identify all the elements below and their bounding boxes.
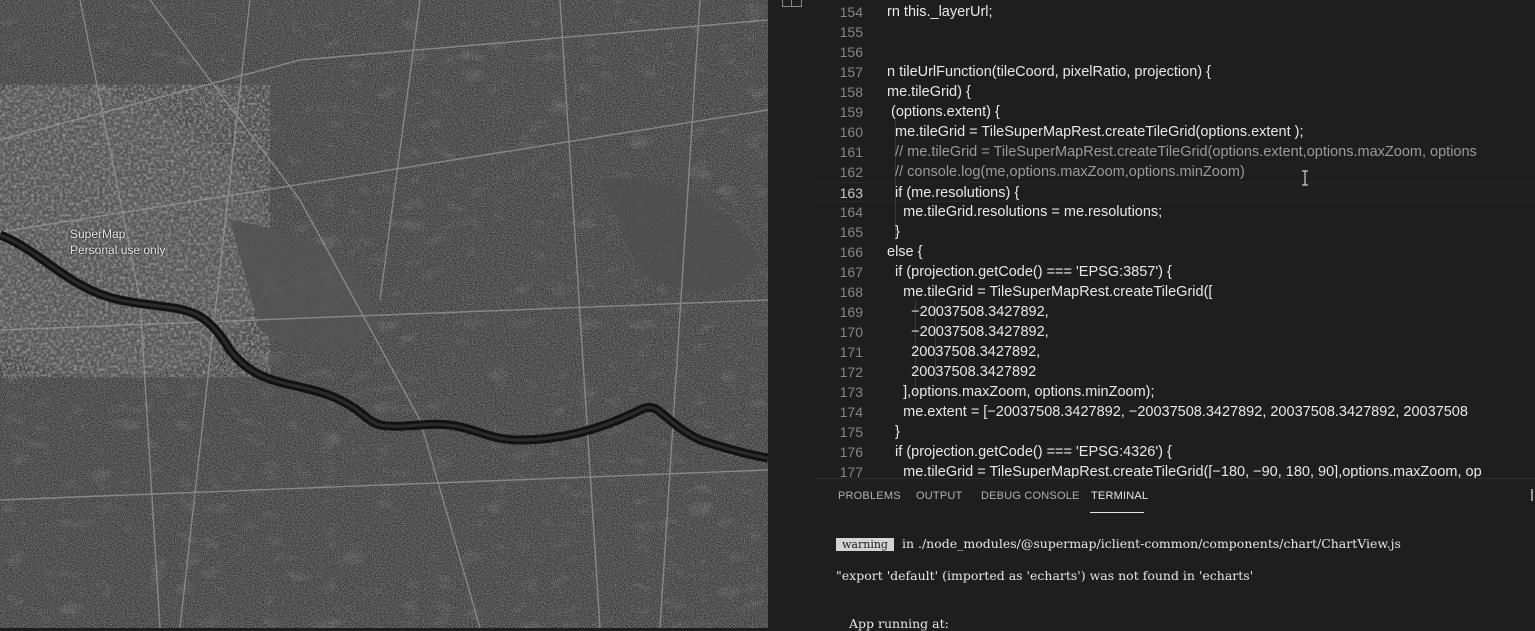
code-line[interactable]: 173 ],options.maxZoom, options.minZoom); — [816, 382, 1535, 402]
code-line[interactable]: 156 — [816, 42, 1535, 62]
line-number: 157 — [839, 64, 863, 80]
code-line[interactable]: 157 n tileUrlFunction(tileCoord, pixelRat… — [816, 62, 1535, 82]
line-number: 166 — [839, 244, 863, 260]
line-number: 167 — [839, 264, 863, 280]
code-line[interactable]: 158 me.tileGrid) { — [816, 82, 1535, 102]
line-number: 177 — [839, 464, 863, 478]
code-text: me.tileGrid.resolutions = me.resolutions… — [887, 204, 1163, 220]
code-text: 20037508.3427892 — [887, 364, 1037, 380]
editor-gutter-strip — [768, 0, 816, 628]
line-number: 156 — [839, 44, 863, 60]
line-number: 158 — [839, 84, 863, 100]
map-view[interactable]: SuperMap Personal use only — [0, 0, 768, 628]
code-line[interactable]: 161 // me.tileGrid = TileSuperMapRest.cr… — [816, 142, 1535, 162]
code-text: −20037508.3427892, — [887, 324, 1049, 340]
code-line[interactable]: 177 me.tileGrid = TileSuperMapRest.creat… — [816, 462, 1535, 478]
tab-debug-console[interactable]: DEBUG CONSOLE — [981, 490, 1080, 502]
code-line[interactable]: 160 me.tileGrid = TileSuperMapRest.creat… — [816, 122, 1535, 142]
code-text: } — [887, 224, 900, 240]
line-number: 162 — [839, 164, 863, 180]
line-number: 154 — [839, 4, 863, 20]
code-line[interactable]: 163 if (me.resolutions) { — [816, 182, 1535, 202]
line-number: 172 — [839, 364, 863, 380]
code-line[interactable]: 168 me.tileGrid = TileSuperMapRest.creat… — [816, 282, 1535, 302]
terminal-warning-line: warning in ./node_modules/@supermap/iclie… — [836, 536, 1401, 551]
tab-output[interactable]: OUTPUT — [916, 490, 962, 502]
code-line[interactable]: 154 rn this._layerUrl; — [816, 2, 1535, 22]
code-text: me.extent = [−20037508.3427892, −2003750… — [887, 404, 1468, 420]
code-line[interactable]: 174 me.extent = [−20037508.3427892, −200… — [816, 402, 1535, 422]
code-line[interactable]: 172 20037508.3427892 — [816, 362, 1535, 382]
code-line[interactable]: 176 if (projection.getCode() === 'EPSG:4… — [816, 442, 1535, 462]
satellite-imagery — [0, 0, 768, 628]
tab-terminal[interactable]: TERMINAL — [1091, 490, 1148, 502]
code-text: n tileUrlFunction(tileCoord, pixelRatio,… — [887, 64, 1211, 80]
watermark-line-1: SuperMap — [70, 227, 126, 241]
code-text: if (projection.getCode() === 'EPSG:4326'… — [887, 444, 1172, 460]
code-text: if (projection.getCode() === 'EPSG:3857'… — [887, 264, 1172, 280]
line-number: 171 — [839, 344, 863, 360]
code-text: me.tileGrid) { — [887, 84, 971, 100]
warning-badge: warning — [836, 538, 894, 551]
panel-actions-edge[interactable] — [1531, 489, 1533, 501]
code-text: me.tileGrid = TileSuperMapRest.createTil… — [887, 124, 1304, 140]
code-line[interactable]: 162 // console.log(me,options.maxZoom,op… — [816, 162, 1535, 182]
line-number: 176 — [839, 444, 863, 460]
code-text: rn this._layerUrl; — [887, 4, 993, 20]
line-number: 173 — [839, 384, 863, 400]
line-number: 163 — [839, 185, 863, 201]
split-editor-icon[interactable] — [782, 0, 802, 7]
bottom-panel: PROBLEMS OUTPUT DEBUG CONSOLE TERMINAL w… — [816, 478, 1535, 631]
code-line[interactable]: 167 if (projection.getCode() === 'EPSG:3… — [816, 262, 1535, 282]
warning-text: in ./node_modules/@supermap/iclient-comm… — [901, 536, 1401, 551]
line-number: 168 — [839, 284, 863, 300]
line-number: 155 — [839, 24, 863, 40]
code-text: me.tileGrid = TileSuperMapRest.createTil… — [887, 284, 1213, 300]
line-number: 161 — [839, 144, 863, 160]
line-number: 160 — [839, 124, 863, 140]
line-number: 175 — [839, 424, 863, 440]
code-text: // console.log(me,options.maxZoom,option… — [887, 164, 1245, 180]
line-number: 165 — [839, 224, 863, 240]
code-line[interactable]: 164 me.tileGrid.resolutions = me.resolut… — [816, 202, 1535, 222]
terminal-export-line: "export 'default' (imported as 'echarts'… — [836, 568, 1254, 583]
code-text: } — [887, 424, 900, 440]
line-number: 174 — [839, 404, 863, 420]
panel-tabs: PROBLEMS OUTPUT DEBUG CONSOLE TERMINAL — [816, 479, 1535, 515]
line-number: 159 — [839, 104, 863, 120]
code-text: me.tileGrid = TileSuperMapRest.createTil… — [887, 464, 1482, 478]
code-line[interactable]: 166 else { — [816, 242, 1535, 262]
line-number: 169 — [839, 304, 863, 320]
tab-problems[interactable]: PROBLEMS — [838, 490, 901, 502]
code-text: // me.tileGrid = TileSuperMapRest.create… — [887, 144, 1477, 160]
code-text: else { — [887, 244, 923, 260]
map-watermark: SuperMap Personal use only — [70, 226, 165, 258]
code-line[interactable]: 175 } — [816, 422, 1535, 442]
code-text: if (me.resolutions) { — [887, 185, 1020, 201]
code-text: 20037508.3427892, — [887, 344, 1041, 360]
code-line[interactable]: 171 20037508.3427892, — [816, 342, 1535, 362]
code-text: ],options.maxZoom, options.minZoom); — [887, 384, 1155, 400]
code-line[interactable]: 170 −20037508.3427892, — [816, 322, 1535, 342]
code-line[interactable]: 169 −20037508.3427892, — [816, 302, 1535, 322]
terminal-app-running: App running at: — [849, 616, 949, 631]
code-text: (options.extent) { — [887, 104, 1000, 120]
code-line[interactable]: 155 — [816, 22, 1535, 42]
code-editor[interactable]: 154 rn this._layerUrl; 155 156 157 n tileUrlF… — [816, 0, 1535, 478]
active-tab-indicator — [1090, 512, 1144, 513]
line-number: 164 — [839, 204, 863, 220]
watermark-line-2: Personal use only — [70, 243, 166, 257]
text-cursor-icon — [1302, 170, 1308, 186]
code-line[interactable]: 159 (options.extent) { — [816, 102, 1535, 122]
line-number: 170 — [839, 324, 863, 340]
code-line[interactable]: 165 } — [816, 222, 1535, 242]
code-text: −20037508.3427892, — [887, 304, 1049, 320]
